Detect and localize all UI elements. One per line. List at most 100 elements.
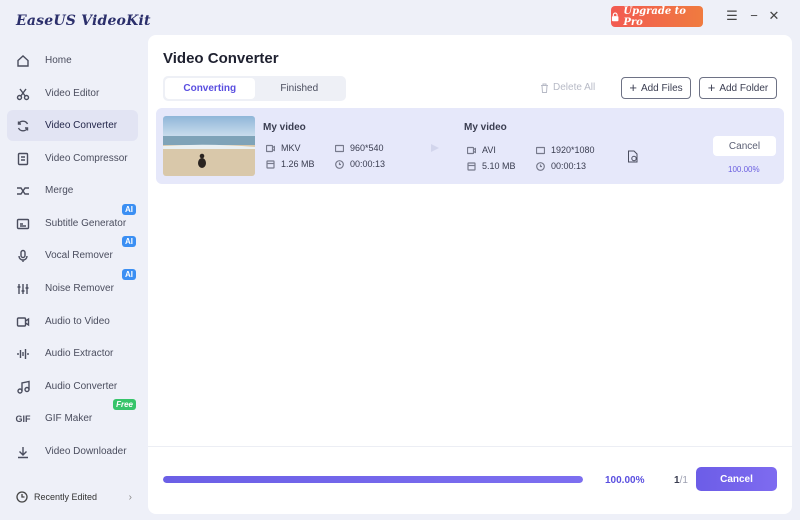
sidebar-item-subtitle-generator[interactable]: Subtitle Generator AI (7, 204, 138, 239)
sidebar-item-label: Audio Converter (45, 381, 118, 392)
sidebar-item-label: Vocal Remover (45, 250, 113, 261)
clock-icon (16, 491, 28, 503)
arrow-right-icon (431, 144, 439, 152)
target-format: AVI (467, 145, 496, 155)
waveform-icon (15, 346, 31, 362)
sidebar-item-video-editor[interactable]: Video Editor (7, 78, 138, 109)
upgrade-button[interactable]: Upgrade to Pro (611, 5, 703, 28)
free-badge: Free (113, 399, 136, 410)
target-format-text: AVI (482, 145, 496, 155)
source-size: 1.26 MB (266, 159, 315, 169)
sidebar: Home Video Editor Video Converter Video … (0, 38, 146, 520)
add-folder-label: Add Folder (719, 82, 769, 94)
sliders-icon (15, 281, 31, 297)
delete-all-button[interactable]: Delete All (540, 82, 595, 93)
sidebar-item-label: Video Downloader (45, 446, 127, 457)
music-note-icon (15, 379, 31, 395)
video-thumbnail (163, 116, 255, 176)
plus-icon: + (629, 80, 637, 95)
home-icon (15, 53, 31, 69)
lock-icon (611, 12, 619, 21)
tab-finished[interactable]: Finished (255, 78, 345, 99)
sidebar-item-home[interactable]: Home (7, 45, 138, 76)
task-cancel-button[interactable]: Cancel (713, 136, 776, 156)
overall-progress-text: 100.00% (605, 475, 645, 486)
source-size-text: 1.26 MB (281, 159, 315, 169)
sidebar-item-video-downloader[interactable]: Video Downloader (7, 436, 138, 467)
ai-badge: AI (122, 269, 136, 280)
target-resolution-text: 1920*1080 (551, 145, 595, 155)
target-name: My video (464, 122, 507, 133)
video-format-icon (266, 144, 275, 152)
output-settings-icon[interactable] (627, 150, 639, 163)
page-title: Video Converter (163, 50, 279, 67)
footer-divider (148, 446, 792, 447)
ai-badge: AI (122, 204, 136, 215)
sidebar-item-label: Subtitle Generator (45, 218, 127, 229)
source-format-text: MKV (281, 143, 301, 153)
sidebar-item-noise-remover[interactable]: Noise Remover AI (7, 269, 138, 304)
merge-icon (15, 183, 31, 199)
app-logo: EaseUS VideoKit (16, 13, 151, 29)
ai-badge: AI (122, 236, 136, 247)
sidebar-item-audio-to-video[interactable]: Audio to Video (7, 306, 138, 337)
sidebar-item-video-converter[interactable]: Video Converter (7, 110, 138, 141)
upgrade-label: Upgrade to Pro (623, 5, 686, 28)
sidebar-item-vocal-remover[interactable]: Vocal Remover AI (7, 236, 138, 271)
microphone-icon (15, 248, 31, 264)
close-button[interactable]: ✕ (767, 8, 781, 24)
trash-icon (541, 83, 548, 93)
source-format: MKV (266, 143, 301, 153)
target-size: 5.10 MB (467, 161, 516, 171)
sidebar-item-label: Audio Extractor (45, 348, 114, 359)
menu-icon[interactable]: ☰ (725, 8, 739, 24)
sidebar-item-audio-converter[interactable]: Audio Converter (7, 371, 138, 402)
sidebar-item-label: Video Editor (45, 88, 100, 99)
target-duration: 00:00:13 (536, 161, 586, 171)
gif-icon: GIF (15, 413, 31, 424)
target-resolution: 1920*1080 (536, 145, 595, 155)
recently-edited-button[interactable]: Recently Edited › (16, 489, 132, 505)
source-duration-text: 00:00:13 (350, 159, 386, 169)
sidebar-item-video-compressor[interactable]: Video Compressor (7, 143, 138, 174)
minimize-button[interactable]: − (747, 8, 761, 24)
sidebar-item-label: Video Converter (45, 120, 118, 131)
source-name: My video (263, 122, 306, 133)
source-resolution: 960*540 (335, 143, 384, 153)
source-resolution-text: 960*540 (350, 143, 384, 153)
sidebar-item-label: Audio to Video (45, 316, 110, 327)
sidebar-item-gif-maker[interactable]: GIF GIF Maker Free (7, 399, 138, 434)
resolution-icon (536, 146, 545, 154)
video-format-icon (467, 146, 476, 154)
add-files-label: Add Files (640, 82, 683, 94)
target-duration-text: 00:00:13 (551, 161, 587, 171)
add-folder-button[interactable]: + Add Folder (699, 77, 777, 99)
download-icon (15, 444, 31, 460)
recently-edited-label: Recently Edited (34, 492, 98, 502)
overall-progress-fill (163, 476, 583, 483)
cancel-all-button[interactable]: Cancel (696, 467, 777, 491)
convert-icon (15, 118, 31, 134)
sidebar-item-audio-extractor[interactable]: Audio Extractor (7, 338, 138, 369)
sidebar-item-label: GIF Maker (45, 413, 93, 424)
subtitle-icon (15, 216, 31, 232)
sidebar-item-label: Home (45, 55, 72, 66)
sidebar-item-merge[interactable]: Merge (7, 175, 138, 206)
clock-icon (335, 159, 344, 169)
scissors-icon (15, 86, 31, 102)
audio-video-icon (15, 314, 31, 330)
plus-icon: + (707, 80, 716, 95)
overall-progress-bar (163, 476, 583, 483)
resolution-icon (335, 144, 344, 152)
file-size-icon (467, 161, 476, 171)
file-size-icon (266, 159, 275, 169)
sidebar-item-label: Noise Remover (45, 283, 114, 294)
main-panel: Video Converter Converting Finished Dele… (148, 35, 792, 514)
sidebar-item-label: Video Compressor (45, 153, 128, 164)
add-files-button[interactable]: + Add Files (621, 77, 691, 99)
sidebar-item-label: Merge (45, 185, 74, 196)
tab-converting[interactable]: Converting (165, 78, 255, 99)
task-counter-total: /1 (679, 475, 688, 486)
clock-icon (536, 161, 545, 171)
task-counter: 1/1 (674, 475, 688, 486)
